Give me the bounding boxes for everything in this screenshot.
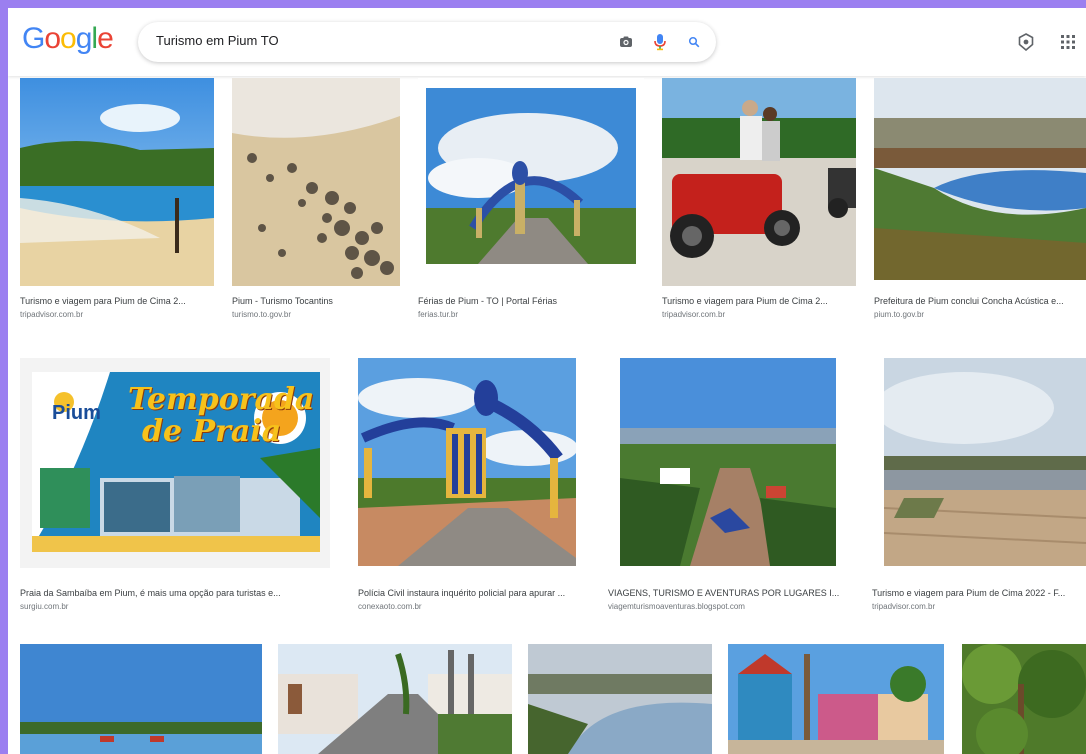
- result-source: surgiu.com.br: [20, 602, 69, 611]
- result-thumbnail[interactable]: [874, 78, 1086, 280]
- image-result[interactable]: Turismo e viagem para Pium de Cima 2... …: [20, 78, 214, 319]
- camera-icon[interactable]: [614, 30, 638, 54]
- image-result[interactable]: Turismo e viagem para Pium de Cima 2... …: [662, 78, 856, 319]
- result-title[interactable]: Turismo e viagem para Pium de Cima 2022 …: [872, 588, 1086, 598]
- result-title[interactable]: Turismo e viagem para Pium de Cima 2...: [662, 296, 852, 306]
- image-result[interactable]: [278, 644, 512, 754]
- image-result[interactable]: Férias de Pium - TO | Portal Férias feri…: [418, 78, 644, 319]
- result-thumbnail[interactable]: [528, 644, 712, 754]
- search-header: Google Turismo em Pium TO: [8, 8, 1086, 76]
- search-input[interactable]: Turismo em Pium TO: [156, 33, 279, 48]
- result-thumbnail[interactable]: [884, 358, 1086, 566]
- result-source: tripadvisor.com.br: [872, 602, 936, 611]
- result-thumbnail[interactable]: [728, 644, 944, 754]
- logo-letter: e: [97, 22, 114, 55]
- image-result[interactable]: Prefeitura de Pium conclui Concha Acústi…: [874, 78, 1086, 319]
- result-thumbnail[interactable]: [418, 78, 644, 274]
- result-title[interactable]: Prefeitura de Pium conclui Concha Acústi…: [874, 296, 1086, 306]
- search-box[interactable]: Turismo em Pium TO: [138, 22, 716, 62]
- image-result[interactable]: [962, 644, 1086, 754]
- image-result[interactable]: VIAGENS, TURISMO E AVENTURAS POR LUGARES…: [608, 358, 848, 611]
- poster-headline: de Praia: [142, 414, 282, 449]
- result-source: conexaoto.com.br: [358, 602, 422, 611]
- google-logo[interactable]: Google: [22, 22, 114, 56]
- result-thumbnail[interactable]: [358, 358, 576, 566]
- result-title[interactable]: VIAGENS, TURISMO E AVENTURAS POR LUGARES…: [608, 588, 848, 598]
- search-icon[interactable]: [682, 30, 706, 54]
- result-title[interactable]: Férias de Pium - TO | Portal Férias: [418, 296, 638, 306]
- result-source: viagemturismoaventuras.blogspot.com: [608, 602, 745, 611]
- image-result[interactable]: [728, 644, 944, 754]
- result-title[interactable]: Pium - Turismo Tocantins: [232, 296, 397, 306]
- result-thumbnail[interactable]: [662, 78, 856, 286]
- logo-letter: g: [75, 22, 93, 55]
- image-result[interactable]: Polícia Civil instaura inquérito policia…: [358, 358, 578, 611]
- result-source: tripadvisor.com.br: [662, 310, 726, 319]
- result-thumbnail[interactable]: [962, 644, 1086, 754]
- poster-headline: Temporada: [128, 382, 315, 417]
- image-result[interactable]: Pium Temporada de Praia Praia da Sambaíb…: [20, 358, 330, 611]
- image-result[interactable]: Pium - Turismo Tocantins turismo.to.gov.…: [232, 78, 400, 319]
- logo-letter: G: [22, 22, 45, 55]
- result-thumbnail[interactable]: [232, 78, 400, 286]
- poster-brand: Pium: [52, 402, 101, 424]
- result-title[interactable]: Turismo e viagem para Pium de Cima 2...: [20, 296, 210, 306]
- image-result[interactable]: [20, 644, 262, 754]
- result-source: pium.to.gov.br: [874, 310, 925, 319]
- microphone-icon[interactable]: [648, 30, 672, 54]
- result-thumbnail[interactable]: [20, 78, 214, 286]
- image-result[interactable]: [528, 644, 712, 754]
- settings-icon[interactable]: [1012, 28, 1040, 56]
- result-title[interactable]: Polícia Civil instaura inquérito policia…: [358, 588, 576, 598]
- logo-letter: o: [60, 22, 77, 55]
- result-title[interactable]: Praia da Sambaíba em Pium, é mais uma op…: [20, 588, 325, 598]
- image-result[interactable]: Turismo e viagem para Pium de Cima 2022 …: [872, 358, 1086, 611]
- result-thumbnail[interactable]: [278, 644, 512, 754]
- result-source: tripadvisor.com.br: [20, 310, 84, 319]
- browser-page: Google Turismo em Pium TO Turismo e viag…: [8, 8, 1086, 754]
- result-thumbnail[interactable]: [620, 358, 836, 566]
- logo-letter: o: [44, 22, 61, 55]
- result-thumbnail[interactable]: Pium Temporada de Praia: [20, 358, 330, 568]
- result-source: ferias.tur.br: [418, 310, 459, 319]
- apps-grid-icon[interactable]: [1054, 28, 1082, 56]
- result-source: turismo.to.gov.br: [232, 310, 291, 319]
- result-thumbnail[interactable]: [20, 644, 262, 754]
